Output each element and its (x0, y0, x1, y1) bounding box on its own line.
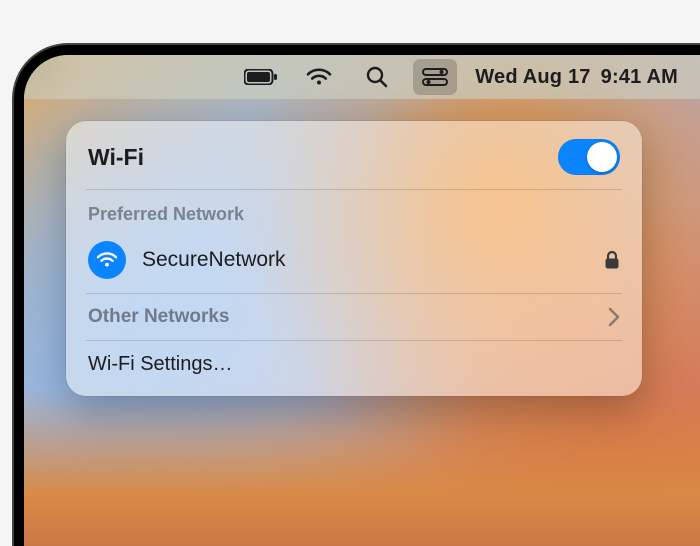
wifi-settings-row[interactable]: Wi-Fi Settings… (88, 341, 620, 382)
panel-title: Wi-Fi (88, 144, 144, 171)
battery-icon[interactable] (239, 59, 283, 95)
menu-bar: Wed Aug 17 9:41 AM (24, 55, 700, 99)
network-row[interactable]: SecureNetwork (88, 235, 620, 293)
other-networks-row[interactable]: Other Networks (88, 294, 620, 340)
chevron-right-icon (608, 307, 620, 327)
clock-time: 9:41 AM (601, 66, 678, 89)
wifi-settings-label: Wi-Fi Settings… (88, 353, 232, 376)
wifi-icon[interactable] (297, 59, 341, 95)
other-networks-label: Other Networks (88, 306, 229, 328)
menu-bar-clock[interactable]: Wed Aug 17 9:41 AM (471, 59, 682, 95)
desktop: Wed Aug 17 9:41 AM Wi-Fi Preferred Networ… (24, 55, 700, 546)
control-center-icon[interactable] (413, 59, 457, 95)
preferred-network-label: Preferred Network (88, 204, 620, 225)
divider (86, 189, 622, 190)
spotlight-icon[interactable] (355, 59, 399, 95)
wifi-panel: Wi-Fi Preferred Network SecureNetwork Ot… (66, 121, 642, 396)
wifi-connected-icon (88, 241, 126, 279)
network-name: SecureNetwork (142, 248, 588, 272)
wifi-toggle[interactable] (558, 139, 620, 175)
lock-icon (604, 250, 620, 270)
clock-date: Wed Aug 17 (475, 66, 590, 89)
toggle-knob (587, 142, 617, 172)
